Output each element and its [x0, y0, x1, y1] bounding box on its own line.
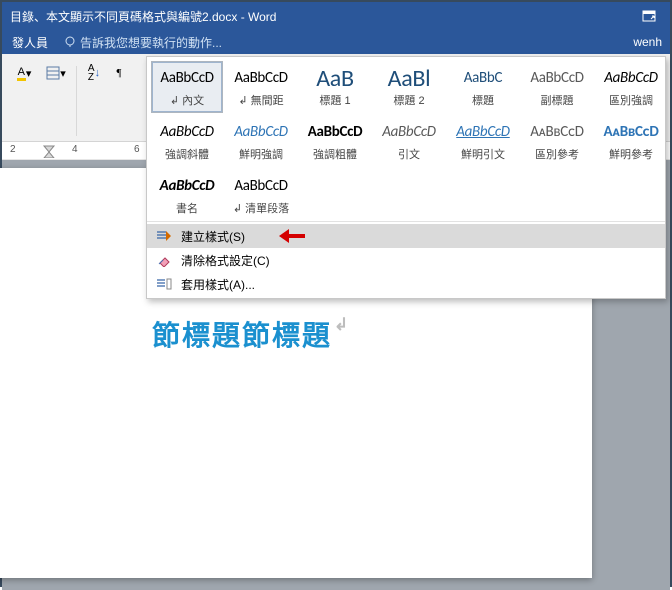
style-label: 強調斜體 — [152, 146, 222, 162]
menu-create-style[interactable]: 建立樣式(S) — [147, 224, 665, 248]
style-label: ↲ 內文 — [152, 92, 222, 108]
ribbon-left-controls: A ▾ ▾ AZ↓ ¶ — [6, 58, 146, 141]
style-item[interactable]: AaBbCcD引文 — [373, 115, 445, 167]
style-label: 標題 1 — [300, 92, 370, 108]
style-preview: AaBbCcD — [152, 64, 222, 92]
style-label: 標題 — [448, 92, 518, 108]
eraser-icon — [155, 254, 173, 267]
style-preview: AaBbCcD — [152, 118, 222, 146]
lightbulb-icon — [64, 36, 76, 48]
style-item[interactable]: AaBbCcD↲ 無間距 — [225, 61, 297, 113]
style-label: ↲ 無間距 — [226, 92, 296, 108]
text-run: 節標題節標題 — [152, 320, 332, 351]
style-preview: AaBbCcD — [226, 64, 296, 92]
styles-menu: 建立樣式(S) 清除格式設定(C) 套用樣式(A)... — [147, 221, 665, 298]
style-label: 區別參考 — [522, 146, 592, 162]
menu-apply-label: 套用樣式(A)... — [181, 276, 255, 293]
style-preview: AaBbCcD — [596, 64, 666, 92]
style-label: 副標題 — [522, 92, 592, 108]
style-item[interactable]: AaBbCcD書名 — [151, 169, 223, 221]
show-marks-button[interactable]: ¶ — [109, 62, 129, 84]
style-preview: AaBbCcD — [226, 118, 296, 146]
style-preview: AᴀBʙCᴄD — [596, 118, 666, 146]
create-style-icon — [155, 229, 173, 243]
style-item[interactable]: AaBbCcD↲ 內文 — [151, 61, 223, 113]
style-item[interactable]: AaBbCcD區別強調 — [595, 61, 667, 113]
style-preview: AaBbCcD — [300, 118, 370, 146]
border-button[interactable]: ▾ — [42, 62, 70, 84]
ruler-tick: 2 — [10, 144, 16, 155]
style-item[interactable]: AᴀBʙCᴄD鮮明參考 — [595, 115, 667, 167]
ribbon-tabs: 發人員 告訴我您想要執行的動作... wenh — [2, 30, 670, 54]
style-preview: AaBbCcD — [374, 118, 444, 146]
sort-button[interactable]: AZ↓ — [83, 62, 105, 84]
style-preview: AᴀBʙCᴄD — [522, 118, 592, 146]
window-title: 目錄、本文顯示不同頁碼格式與編號2.docx - Word — [10, 8, 636, 25]
style-item[interactable]: AᴀBʙCᴄD區別參考 — [521, 115, 593, 167]
styles-grid: AaBbCcD↲ 內文AaBbCcD↲ 無間距AaB標題 1AaBl標題 2Aa… — [147, 57, 665, 221]
tell-me-box[interactable]: 告訴我您想要執行的動作... — [64, 34, 222, 51]
ruler-tick: 4 — [72, 144, 78, 155]
styles-gallery-dropdown: AaBbCcD↲ 內文AaBbCcD↲ 無間距AaB標題 1AaBl標題 2Aa… — [146, 56, 666, 299]
menu-clear-label: 清除格式設定(C) — [181, 252, 270, 269]
style-label: 強調粗體 — [300, 146, 370, 162]
style-label: 鮮明參考 — [596, 146, 666, 162]
style-label: ↲ 清單段落 — [226, 200, 296, 216]
style-preview: AaBbCcD — [448, 118, 518, 146]
ribbon-body: A ▾ ▾ AZ↓ ¶ AaBbCcD↲ 內文AaBbCcD↲ 無間距AaB標題… — [2, 54, 670, 142]
style-item[interactable]: AaBbC標題 — [447, 61, 519, 113]
tell-me-placeholder: 告訴我您想要執行的動作... — [80, 34, 222, 51]
paragraph-mark-icon: ↲ — [334, 315, 350, 334]
style-label: 引文 — [374, 146, 444, 162]
style-preview: AaBbC — [448, 64, 518, 92]
style-preview: AaBl — [374, 64, 444, 92]
style-preview: AaB — [300, 64, 370, 92]
heading-2-text[interactable]: 節標題節標題↲ — [152, 314, 592, 354]
title-bar: 目錄、本文顯示不同頁碼格式與編號2.docx - Word — [2, 2, 670, 30]
style-label: 鮮明引文 — [448, 146, 518, 162]
ribbon-tab-developer[interactable]: 發人員 — [6, 34, 54, 51]
style-preview: AaBbCcD — [152, 172, 222, 200]
style-label: 區別強調 — [596, 92, 666, 108]
account-name[interactable]: wenh — [633, 35, 670, 49]
style-item[interactable]: AaBbCcD強調斜體 — [151, 115, 223, 167]
style-item[interactable]: AaBbCcD鮮明強調 — [225, 115, 297, 167]
indent-marker-icon[interactable] — [42, 144, 56, 158]
style-item[interactable]: AaBbCcD↲ 清單段落 — [225, 169, 297, 221]
ribbon-display-options-icon[interactable] — [636, 6, 662, 26]
style-item[interactable]: AaBbCcD強調粗體 — [299, 115, 371, 167]
shading-button[interactable]: A ▾ — [10, 62, 38, 84]
menu-clear-formatting[interactable]: 清除格式設定(C) — [147, 248, 665, 272]
annotation-arrow — [279, 229, 309, 243]
style-label: 鮮明強調 — [226, 146, 296, 162]
ruler-tick: 6 — [134, 144, 140, 155]
apply-style-icon — [155, 277, 173, 291]
menu-create-style-label: 建立樣式(S) — [181, 228, 245, 245]
style-label: 書名 — [152, 200, 222, 216]
style-label: 標題 2 — [374, 92, 444, 108]
style-preview: AaBbCcD — [522, 64, 592, 92]
style-item[interactable]: AaBl標題 2 — [373, 61, 445, 113]
menu-apply-styles[interactable]: 套用樣式(A)... — [147, 272, 665, 296]
style-preview: AaBbCcD — [226, 172, 296, 200]
style-item[interactable]: AaBbCcD鮮明引文 — [447, 115, 519, 167]
style-item[interactable]: AaB標題 1 — [299, 61, 371, 113]
separator — [76, 66, 77, 136]
style-item[interactable]: AaBbCcD副標題 — [521, 61, 593, 113]
